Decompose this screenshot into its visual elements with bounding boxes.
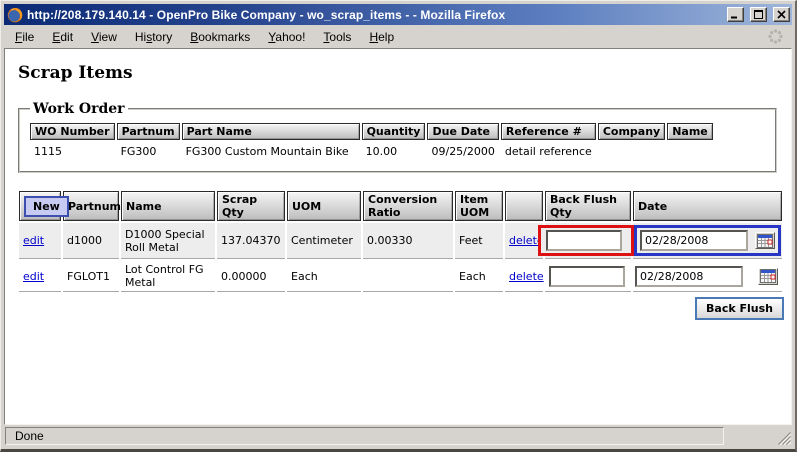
- back-flush-qty-cell: [545, 223, 631, 259]
- status-bar: Done: [4, 425, 792, 446]
- scrap-qty-cell: 0.00000: [217, 261, 285, 292]
- wo-company-cell: [598, 142, 665, 161]
- uom-cell: Each: [287, 261, 361, 292]
- scrap-row-d1000: edit d1000 D1000 Special Roll Metal 137.…: [19, 223, 782, 259]
- delete-cell: delete: [505, 261, 543, 292]
- date-picker-button[interactable]: [755, 232, 775, 249]
- wo-part-name-cell: FG300 Custom Mountain Bike: [182, 142, 360, 161]
- wo-header-partnum: Partnum: [117, 123, 180, 140]
- delete-link[interactable]: delete: [509, 270, 544, 283]
- blue-highlight-box: [634, 225, 781, 256]
- date-input[interactable]: [640, 230, 748, 251]
- new-header-cell: New: [19, 191, 61, 221]
- header-uom: UOM: [287, 191, 361, 221]
- item-uom-cell: Feet: [455, 223, 503, 259]
- header-scrap-qty: Scrap Qty: [217, 191, 285, 221]
- conversion-ratio-cell: [363, 261, 453, 292]
- page-title: Scrap Items: [18, 63, 779, 83]
- wo-reference-cell: detail reference: [501, 142, 596, 161]
- minimize-icon: [731, 10, 740, 19]
- edit-cell: edit: [19, 223, 61, 259]
- menu-bookmarks[interactable]: Bookmarks: [181, 27, 259, 47]
- header-blank: [505, 191, 543, 221]
- back-flush-qty-cell: [545, 261, 631, 292]
- menu-tools[interactable]: Tools: [314, 27, 360, 47]
- wo-number-cell: 1115: [30, 142, 115, 161]
- scrap-items-table: New Partnum Name Scrap Qty UOM Conversio…: [17, 189, 784, 294]
- minimize-button[interactable]: [727, 7, 744, 22]
- wo-quantity-cell: 10.00: [362, 142, 426, 161]
- back-flush-button[interactable]: Back Flush: [695, 297, 784, 320]
- firefox-icon: [7, 7, 23, 23]
- back-flush-qty-input[interactable]: [549, 266, 625, 287]
- red-highlight-box: [538, 225, 634, 256]
- wo-due-date-cell: 09/25/2000: [427, 142, 498, 161]
- back-flush-qty-input[interactable]: [546, 230, 622, 251]
- date-input[interactable]: [635, 266, 743, 287]
- title-bar: http://208.179.140.14 - OpenPro Bike Com…: [4, 4, 792, 25]
- partnum-cell: FGLOT1: [63, 261, 119, 292]
- wo-partnum-cell: FG300: [117, 142, 180, 161]
- calendar-icon: [757, 234, 773, 248]
- name-cell: Lot Control FG Metal: [121, 261, 215, 292]
- scrap-qty-cell: 137.04370: [217, 223, 285, 259]
- wo-header-company: Company: [598, 123, 665, 140]
- wo-header-part-name: Part Name: [182, 123, 360, 140]
- item-uom-cell: Each: [455, 261, 503, 292]
- maximize-icon: [754, 10, 763, 19]
- calendar-icon: [760, 269, 776, 283]
- partnum-cell: d1000: [63, 223, 119, 259]
- work-order-table: WO Number Partnum Part Name Quantity Due…: [28, 121, 715, 163]
- work-order-legend: Work Order: [30, 101, 128, 117]
- browser-window: http://208.179.140.14 - OpenPro Bike Com…: [0, 0, 797, 452]
- header-name: Name: [121, 191, 215, 221]
- resize-grip[interactable]: [724, 427, 792, 445]
- maximize-button[interactable]: [750, 7, 767, 22]
- close-button[interactable]: [773, 7, 790, 22]
- wo-name-cell: [667, 142, 713, 161]
- wo-header-reference: Reference #: [501, 123, 596, 140]
- wo-header-due-date: Due Date: [427, 123, 498, 140]
- wo-header-wo-number: WO Number: [30, 123, 115, 140]
- name-cell: D1000 Special Roll Metal: [121, 223, 215, 259]
- header-item-uom: Item UOM: [455, 191, 503, 221]
- back-flush-row: Back Flush: [17, 297, 784, 320]
- conversion-ratio-cell: 0.00330: [363, 223, 453, 259]
- new-button[interactable]: New: [24, 196, 69, 217]
- scrap-row-fglot1: edit FGLOT1 Lot Control FG Metal 0.00000…: [19, 261, 782, 292]
- date-cell: [633, 223, 782, 259]
- browser-content: Scrap Items Work Order WO Number Partnum…: [4, 48, 792, 425]
- header-conversion-ratio: Conversion Ratio: [363, 191, 453, 221]
- date-picker-button[interactable]: [758, 268, 778, 285]
- menu-edit[interactable]: Edit: [43, 27, 82, 47]
- menu-file[interactable]: File: [6, 27, 43, 47]
- header-date: Date: [633, 191, 782, 221]
- header-partnum: Partnum: [63, 191, 119, 221]
- window-title: http://208.179.140.14 - OpenPro Bike Com…: [27, 8, 721, 22]
- wo-header-name: Name: [667, 123, 713, 140]
- throbber-icon: [767, 28, 784, 48]
- header-back-flush-qty: Back Flush Qty: [545, 191, 631, 221]
- wo-header-quantity: Quantity: [362, 123, 426, 140]
- status-text: Done: [15, 429, 44, 443]
- scrap-header-row: New Partnum Name Scrap Qty UOM Conversio…: [19, 191, 782, 221]
- menu-yahoo[interactable]: Yahoo!: [259, 27, 314, 47]
- close-icon: [777, 10, 786, 19]
- uom-cell: Centimeter: [287, 223, 361, 259]
- edit-link[interactable]: edit: [23, 234, 44, 247]
- edit-cell: edit: [19, 261, 61, 292]
- menu-help[interactable]: Help: [360, 27, 403, 47]
- work-order-header-row: WO Number Partnum Part Name Quantity Due…: [30, 123, 713, 140]
- status-panel: Done: [5, 427, 724, 445]
- date-cell: [633, 261, 782, 292]
- work-order-fieldset: Work Order WO Number Partnum Part Name Q…: [18, 101, 777, 173]
- menu-view[interactable]: View: [82, 27, 126, 47]
- menu-bar: File Edit View History Bookmarks Yahoo! …: [4, 25, 792, 48]
- edit-link[interactable]: edit: [23, 270, 44, 283]
- work-order-row: 1115 FG300 FG300 Custom Mountain Bike 10…: [30, 142, 713, 161]
- menu-history[interactable]: History: [126, 27, 181, 47]
